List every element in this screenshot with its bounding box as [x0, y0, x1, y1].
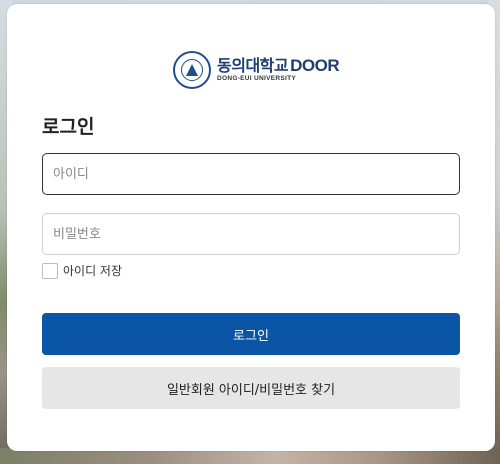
remember-id-label[interactable]: 아이디 저장	[63, 262, 122, 279]
university-logo: 동의대학교 DOOR DONG-EUI UNIVERSITY	[173, 50, 373, 90]
id-input[interactable]	[42, 153, 460, 195]
login-button[interactable]: 로그인	[42, 313, 460, 355]
page-title: 로그인	[42, 116, 95, 138]
brand-subtitle: DONG-EUI UNIVERSITY	[217, 75, 297, 83]
remember-id[interactable]: 아이디 저장	[42, 262, 122, 279]
brand-product: DOOR	[290, 56, 340, 76]
find-account-button[interactable]: 일반회원 아이디/비밀번호 찾기	[42, 367, 460, 409]
logo-text: 동의대학교 DOOR DONG-EUI UNIVERSITY	[217, 56, 340, 83]
remember-id-checkbox[interactable]	[42, 262, 58, 279]
password-input[interactable]	[42, 213, 460, 255]
university-seal-icon	[173, 51, 211, 89]
brand-name: 동의대학교	[217, 56, 289, 76]
